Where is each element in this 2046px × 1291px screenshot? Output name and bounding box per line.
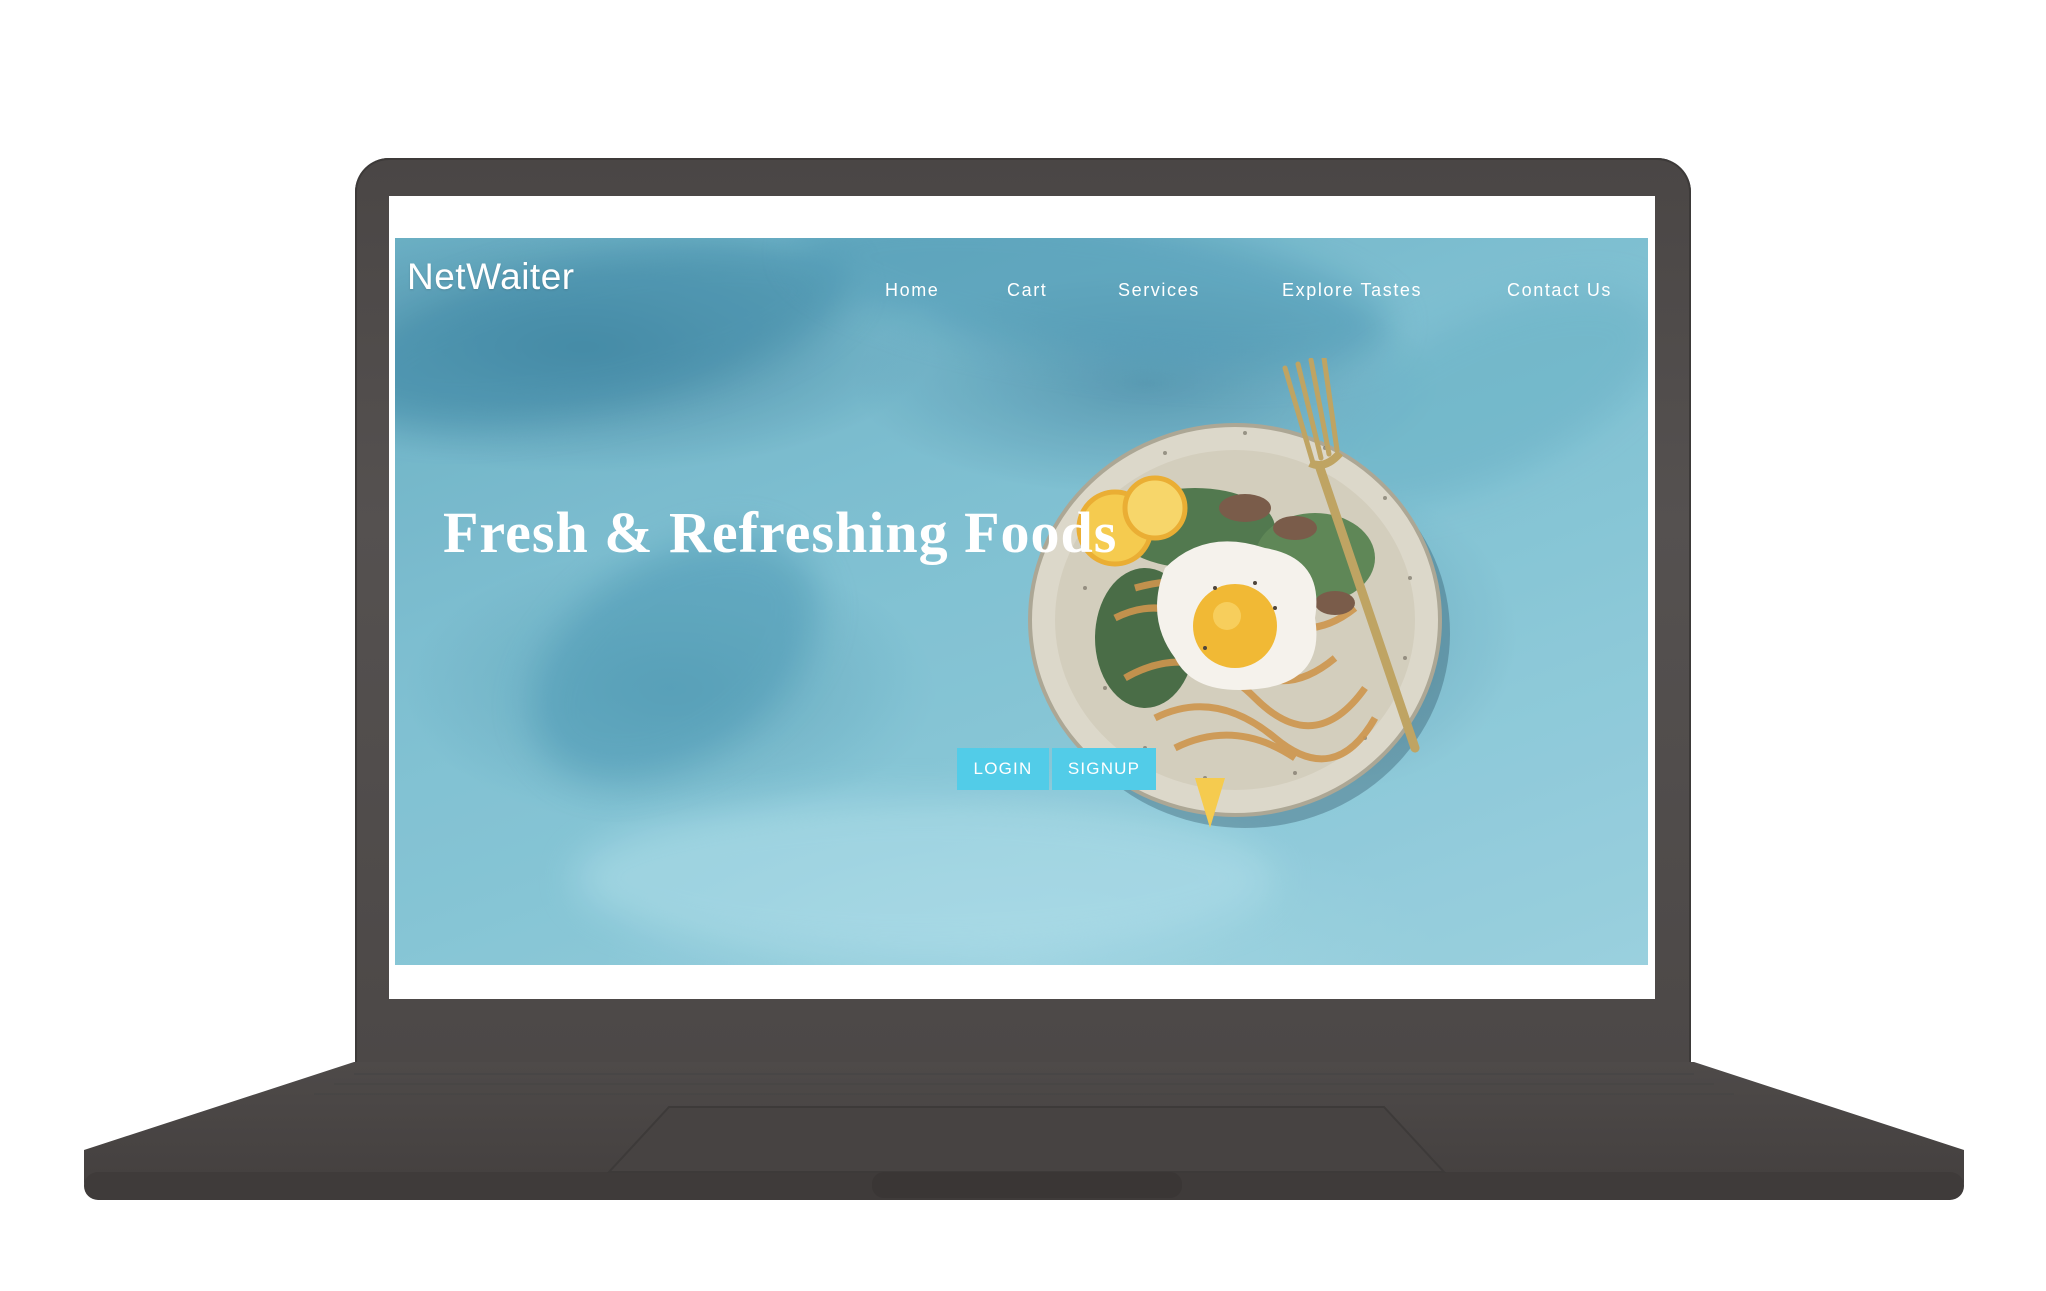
nav-home[interactable]: Home — [885, 280, 939, 301]
signup-button[interactable]: SIGNUP — [1052, 748, 1156, 790]
laptop-base — [84, 1062, 1964, 1206]
laptop-mockup: NetWaiter Home Cart Services Explore Tas… — [0, 0, 2046, 1291]
login-button[interactable]: LOGIN — [957, 748, 1049, 790]
main-nav: Home Cart Services Explore Tastes Contac… — [395, 280, 1648, 304]
nav-cart[interactable]: Cart — [1007, 280, 1047, 301]
nav-services[interactable]: Services — [1118, 280, 1200, 301]
auth-button-group: LOGIN SIGNUP — [957, 748, 1156, 790]
nav-contact-us[interactable]: Contact Us — [1507, 280, 1612, 301]
website-hero: NetWaiter Home Cart Services Explore Tas… — [395, 238, 1648, 965]
hero-title: Fresh & Refreshing Foods — [443, 499, 1118, 565]
nav-explore-tastes[interactable]: Explore Tastes — [1282, 280, 1422, 301]
